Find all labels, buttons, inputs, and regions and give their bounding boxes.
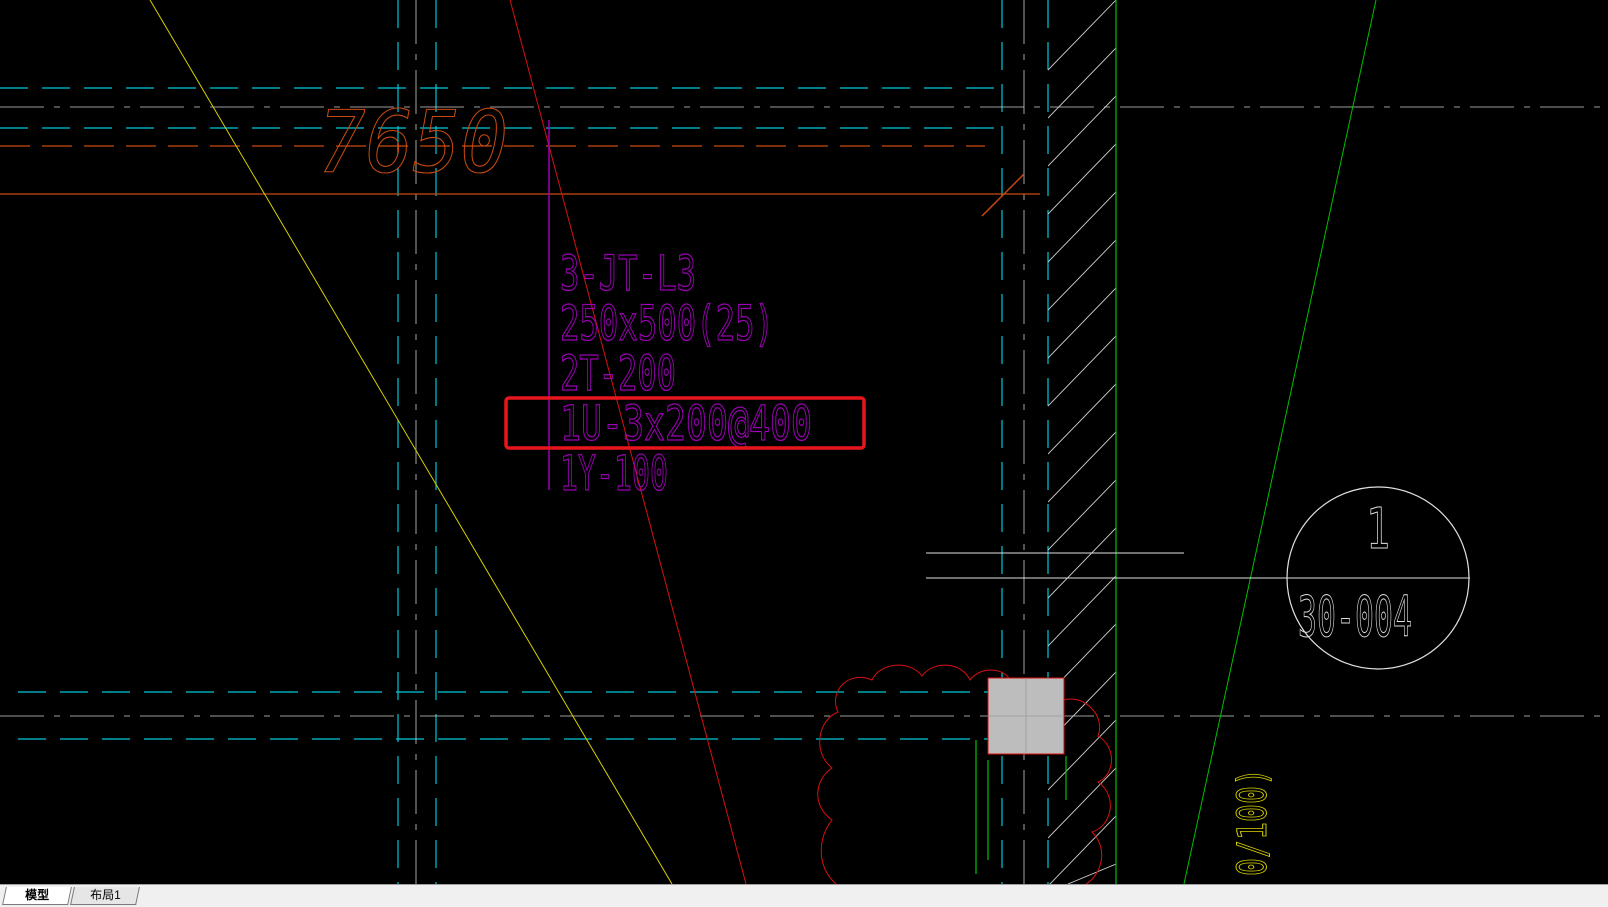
beam-dashed-lines <box>0 0 1049 884</box>
green-diagonal-line <box>1183 0 1377 884</box>
rebar-marks <box>975 740 1067 874</box>
annotation-side-rebar: 1Y-100 <box>560 446 668 502</box>
dimension-line <box>0 145 1040 217</box>
column <box>987 677 1065 755</box>
tab-layout1-label: 布局1 <box>89 888 121 902</box>
tab-layout1[interactable]: 布局1 <box>70 887 140 905</box>
annotation-stirrup: 1U-3x200@400 <box>560 396 812 452</box>
annotation-beam-id: 3-JT-L3 <box>560 246 696 302</box>
annotation-top-rebar: 2T-200 <box>560 346 676 402</box>
revision-cloud <box>817 664 1112 884</box>
beam-annotation: 3-JT-L3 250x500(25) 2T-200 1U-3x200@400 … <box>559 245 812 502</box>
tab-model[interactable]: 模型 <box>2 887 72 905</box>
layout-tab-bar: 模型 布局1 <box>0 884 1608 907</box>
tab-model-label: 模型 <box>25 888 50 902</box>
section-bubble-sheet: 30-004 <box>1298 585 1412 650</box>
annotation-beam-size: 250x500(25) <box>560 296 774 352</box>
dimension-text: 7650 <box>318 93 508 193</box>
section-bubble-number: 1 <box>1366 497 1390 562</box>
rotated-scale-label: 0/100) <box>1230 768 1276 876</box>
cad-drawing-canvas[interactable]: 7650 3-JT-L3 250x500(25) 2T-200 1U-3x200… <box>0 0 1608 884</box>
